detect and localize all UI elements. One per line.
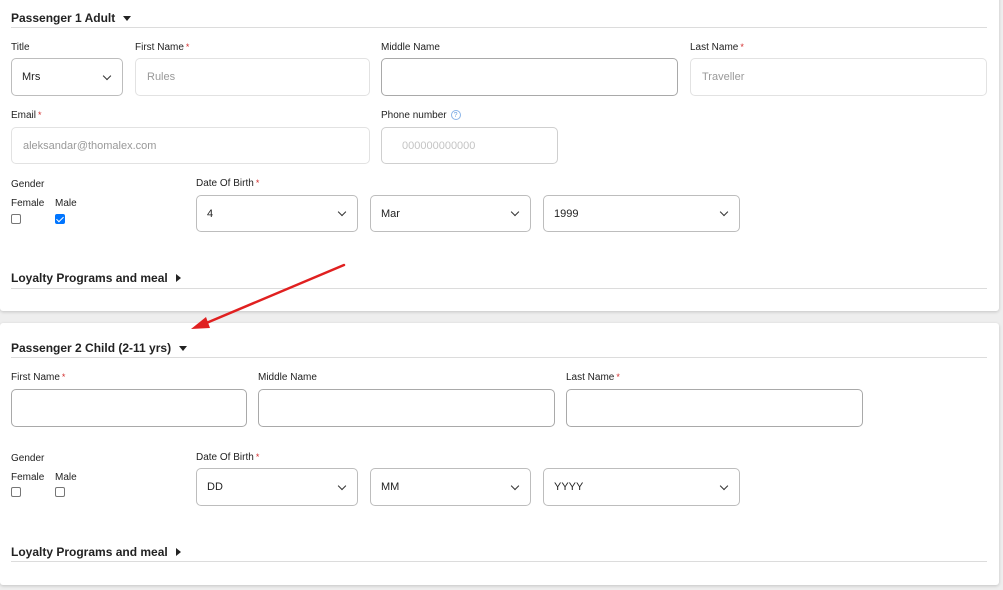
passenger-1-card: Passenger 1 Adult Title First Name * Midd… bbox=[0, 0, 999, 311]
chevron-down-icon bbox=[337, 481, 347, 490]
chevron-down-icon bbox=[719, 481, 729, 490]
child-dob-label: Date Of Birth * bbox=[196, 452, 260, 463]
caret-down-icon bbox=[179, 345, 188, 351]
passenger-1-title: Passenger 1 Adult bbox=[11, 11, 116, 25]
child-last-name-label: Last Name * bbox=[566, 372, 620, 383]
child-male-label: Male bbox=[55, 472, 77, 483]
dob-month-select[interactable]: Mar bbox=[370, 195, 531, 232]
female-checkbox[interactable] bbox=[11, 214, 21, 224]
passenger-2-title: Passenger 2 Child (2-11 yrs) bbox=[11, 341, 172, 355]
child-female-label: Female bbox=[11, 472, 45, 483]
passenger-1-header[interactable]: Passenger 1 Adult bbox=[11, 11, 132, 25]
section-divider bbox=[11, 288, 987, 289]
child-middle-name-input[interactable] bbox=[258, 389, 555, 427]
child-dob-day-select[interactable]: DD bbox=[196, 468, 358, 506]
loyalty-toggle[interactable]: Loyalty Programs and meal bbox=[11, 271, 181, 285]
first-name-label: First Name * bbox=[135, 42, 190, 53]
child-first-name-input[interactable] bbox=[11, 389, 247, 427]
first-name-input[interactable]: Rules bbox=[135, 58, 370, 96]
chevron-down-icon bbox=[510, 481, 520, 490]
child-loyalty-toggle[interactable]: Loyalty Programs and meal bbox=[11, 545, 181, 559]
last-name-input[interactable]: Traveller bbox=[690, 58, 987, 96]
chevron-down-icon bbox=[719, 207, 729, 217]
section-divider bbox=[11, 27, 987, 28]
child-middle-name-label: Middle Name bbox=[258, 372, 317, 383]
phone-input[interactable]: 000000000000 bbox=[381, 127, 558, 164]
caret-right-icon bbox=[175, 274, 181, 282]
email-label: Email * bbox=[11, 110, 42, 121]
help-icon[interactable]: ? bbox=[450, 110, 461, 121]
male-checkbox[interactable] bbox=[55, 214, 65, 224]
child-female-checkbox[interactable] bbox=[11, 487, 21, 497]
last-name-label: Last Name * bbox=[690, 42, 744, 53]
caret-right-icon bbox=[175, 548, 181, 556]
caret-down-icon bbox=[123, 15, 132, 21]
child-male-checkbox[interactable] bbox=[55, 487, 65, 497]
child-first-name-label: First Name * bbox=[11, 372, 66, 383]
passenger-2-header[interactable]: Passenger 2 Child (2-11 yrs) bbox=[11, 341, 188, 355]
chevron-down-icon bbox=[337, 207, 347, 217]
child-dob-month-select[interactable]: MM bbox=[370, 468, 531, 506]
chevron-down-icon bbox=[510, 207, 520, 217]
title-select[interactable]: Mrs bbox=[11, 58, 123, 96]
dob-label: Date Of Birth * bbox=[196, 178, 260, 189]
child-gender-label: Gender bbox=[11, 453, 45, 464]
passenger-2-card: Passenger 2 Child (2-11 yrs) First Name *… bbox=[0, 323, 999, 585]
female-label: Female bbox=[11, 198, 45, 209]
middle-name-label: Middle Name bbox=[381, 42, 440, 53]
email-input[interactable]: aleksandar@thomalex.com bbox=[11, 127, 370, 164]
phone-label: Phone number? bbox=[381, 110, 461, 121]
dob-year-select[interactable]: 1999 bbox=[543, 195, 740, 232]
child-dob-year-select[interactable]: YYYY bbox=[543, 468, 740, 506]
section-divider bbox=[11, 357, 987, 358]
chevron-down-icon bbox=[102, 71, 112, 80]
title-label: Title bbox=[11, 42, 30, 53]
middle-name-input[interactable] bbox=[381, 58, 678, 96]
child-last-name-input[interactable] bbox=[566, 389, 863, 427]
male-label: Male bbox=[55, 198, 77, 209]
section-divider bbox=[11, 561, 987, 562]
gender-label: Gender bbox=[11, 179, 45, 190]
dob-day-select[interactable]: 4 bbox=[196, 195, 358, 232]
